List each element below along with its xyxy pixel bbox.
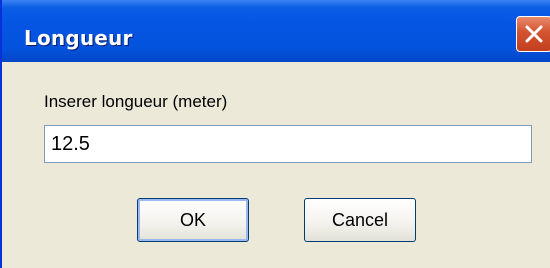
length-input[interactable] <box>44 125 532 163</box>
dialog-body: Inserer longueur (meter) OK Cancel <box>2 62 550 268</box>
dialog-window: Longueur Inserer longueur (meter) OK Can… <box>0 0 550 268</box>
close-button[interactable] <box>516 16 550 52</box>
window-title: Longueur <box>24 26 133 50</box>
cancel-button[interactable]: Cancel <box>304 198 416 242</box>
prompt-label: Inserer longueur (meter) <box>44 92 228 111</box>
title-bar[interactable]: Longueur <box>2 0 550 62</box>
ok-button[interactable]: OK <box>137 198 249 242</box>
close-icon <box>525 25 543 43</box>
